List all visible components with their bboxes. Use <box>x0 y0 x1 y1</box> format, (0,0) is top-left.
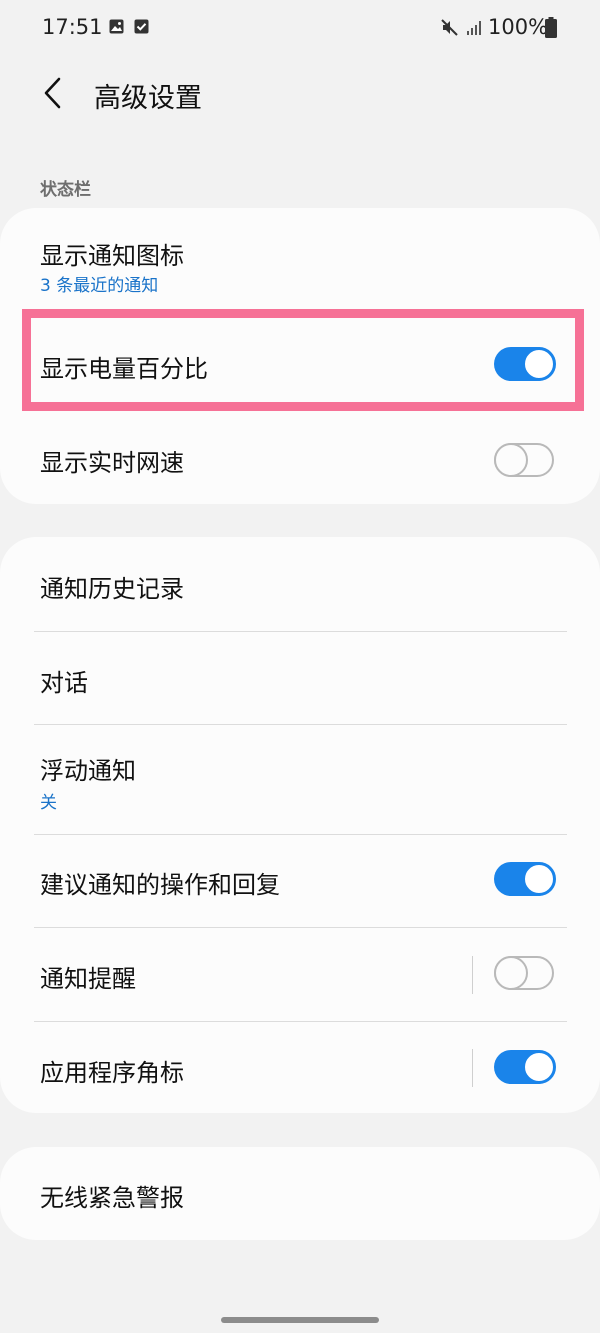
row-title: 应用程序角标 <box>40 1059 184 1087</box>
status-bar: 17:51 100% <box>0 0 600 56</box>
image-icon <box>109 19 124 34</box>
notification-settings-card: 通知历史记录 对话 浮动通知 关 建议通知的操作和回复 通知提醒 应用程序角标 <box>0 537 600 1113</box>
row-conversations[interactable]: 对话 <box>0 632 600 725</box>
row-subtitle: 3 条最近的通知 <box>40 276 159 296</box>
row-app-icon-badges[interactable]: 应用程序角标 <box>0 1022 600 1113</box>
check-box-icon <box>134 19 149 34</box>
toggle-knob <box>522 862 556 896</box>
status-time: 17:51 <box>42 15 103 39</box>
row-title: 通知历史记录 <box>40 575 184 603</box>
app-header: 高级设置 <box>0 60 600 130</box>
suggested-actions-toggle[interactable] <box>494 862 556 896</box>
highlight-frame <box>22 309 584 411</box>
toggle-knob <box>494 956 528 990</box>
app-icon-badges-toggle[interactable] <box>494 1050 556 1084</box>
notification-reminders-toggle[interactable] <box>494 956 554 990</box>
row-floating-notifications[interactable]: 浮动通知 关 <box>0 725 600 834</box>
row-title: 无线紧急警报 <box>40 1184 184 1212</box>
toggle-knob <box>522 1050 556 1084</box>
vertical-divider <box>472 1049 473 1087</box>
emergency-alerts-card: 无线紧急警报 <box>0 1147 600 1240</box>
page-title: 高级设置 <box>94 83 202 114</box>
signal-icon <box>467 21 481 35</box>
home-indicator[interactable] <box>221 1317 379 1323</box>
chevron-left-icon <box>44 77 61 109</box>
row-title: 浮动通知 <box>40 757 136 785</box>
row-notification-reminders[interactable]: 通知提醒 <box>0 928 600 1021</box>
toggle-knob <box>494 443 528 477</box>
back-button[interactable] <box>30 70 76 116</box>
row-show-notification-icons[interactable]: 显示通知图标 3 条最近的通知 <box>0 208 600 318</box>
mute-icon <box>441 19 458 36</box>
row-notification-history[interactable]: 通知历史记录 <box>0 537 600 631</box>
network-speed-toggle[interactable] <box>494 443 554 477</box>
vertical-divider <box>472 956 473 994</box>
row-title: 通知提醒 <box>40 965 136 993</box>
row-show-realtime-network-speed[interactable]: 显示实时网速 <box>0 411 600 504</box>
row-subtitle: 关 <box>40 793 57 813</box>
row-title: 建议通知的操作和回复 <box>40 871 280 899</box>
row-suggested-actions-replies[interactable]: 建议通知的操作和回复 <box>0 835 600 927</box>
row-title: 对话 <box>40 669 88 697</box>
battery-icon <box>545 17 557 38</box>
row-title: 显示实时网速 <box>40 449 184 477</box>
row-title: 显示通知图标 <box>40 242 184 270</box>
battery-percentage: 100% <box>488 15 549 39</box>
row-wireless-emergency-alerts[interactable]: 无线紧急警报 <box>0 1147 600 1240</box>
section-label-status-bar: 状态栏 <box>40 180 91 200</box>
